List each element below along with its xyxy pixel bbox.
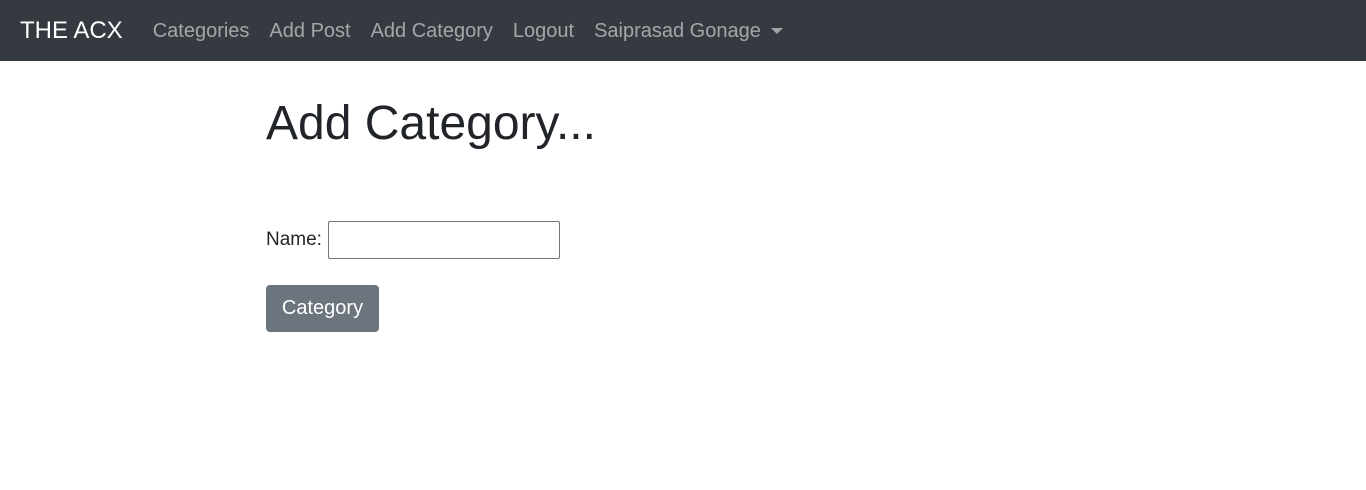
top-navbar: THE ACX Categories Add Post Add Category… — [0, 0, 1366, 61]
user-name-label: Saiprasad Gonage — [594, 19, 761, 42]
nav-link-add-post[interactable]: Add Post — [269, 21, 350, 41]
page-title: Add Category... — [266, 97, 596, 150]
user-dropdown-toggle[interactable]: Saiprasad Gonage — [594, 21, 783, 41]
submit-category-button[interactable]: Category — [266, 285, 379, 332]
name-label: Name: — [266, 229, 322, 250]
nav-link-categories[interactable]: Categories — [153, 21, 250, 41]
caret-down-icon — [770, 27, 783, 34]
brand-link[interactable]: THE ACX — [20, 18, 123, 43]
nav-link-logout[interactable]: Logout — [513, 21, 574, 41]
name-form-row: Name: — [266, 221, 560, 259]
category-name-input[interactable] — [327, 221, 560, 259]
nav-link-add-category[interactable]: Add Category — [371, 21, 493, 41]
